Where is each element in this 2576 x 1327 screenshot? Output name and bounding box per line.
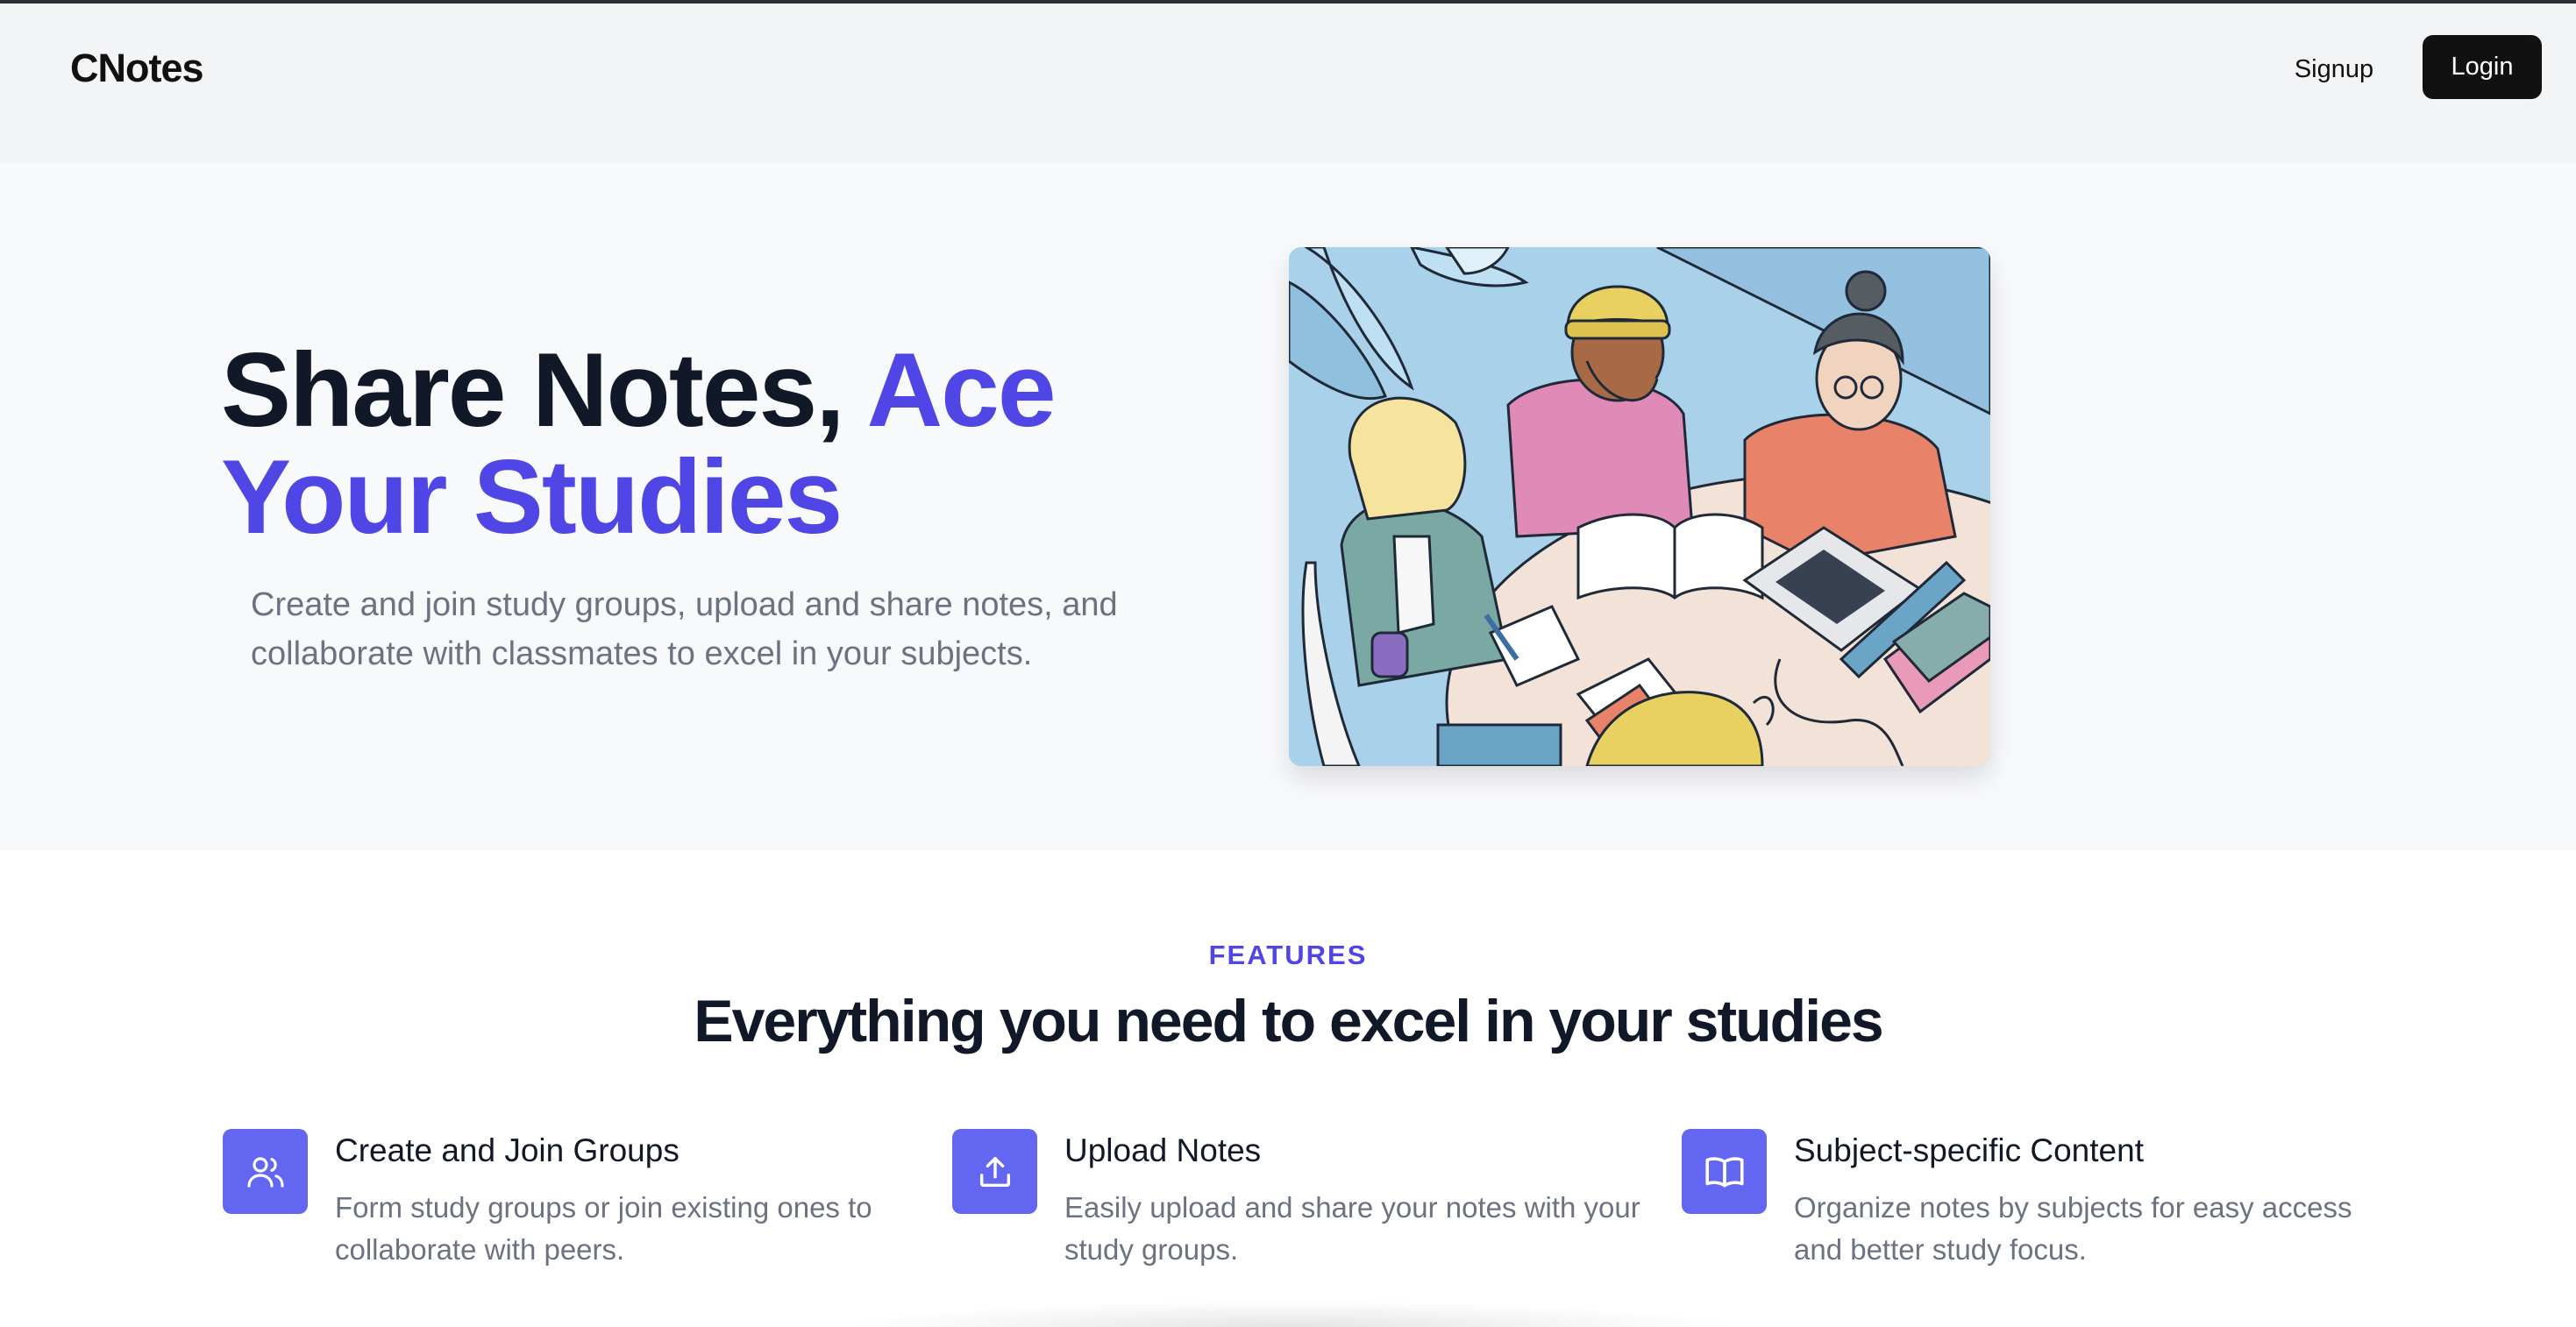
feature-card-groups: Create and Join Groups Form study groups… [223, 1129, 907, 1278]
signup-button[interactable]: Signup [2273, 39, 2395, 100]
hero-description: Create and join study groups, upload and… [251, 586, 1118, 672]
features-eyebrow: FEATURES [1208, 940, 1368, 970]
users-icon [223, 1129, 308, 1214]
feature-card-subjects: Subject-specific Content Organize notes … [1682, 1129, 2366, 1278]
book-icon [1682, 1129, 1767, 1214]
upload-icon [952, 1129, 1037, 1214]
hero-section: Share Notes, Ace Your Studies Create and… [0, 163, 2576, 850]
feature-title: Create and Join Groups [335, 1132, 680, 1168]
brand-logo[interactable]: CNotes [70, 46, 204, 91]
hero-title: Share Notes, Ace Your Studies [221, 337, 1229, 550]
hero-illustration [1289, 247, 1990, 766]
hero-title-main: Share Notes, [221, 331, 867, 449]
bottom-shadow [842, 1301, 1736, 1327]
features-title: Everything you need to excel in your stu… [694, 988, 1883, 1054]
login-button[interactable]: Login [2423, 35, 2542, 99]
feature-description: Organize notes by subjects for easy acce… [1794, 1191, 2352, 1266]
feature-description: Form study groups or join existing ones … [335, 1191, 872, 1266]
feature-card-upload: Upload Notes Easily upload and share you… [952, 1129, 1640, 1278]
feature-title: Subject-specific Content [1794, 1132, 2144, 1168]
feature-description: Easily upload and share your notes with … [1064, 1191, 1640, 1266]
navbar: CNotes Signup Login [0, 4, 2576, 163]
feature-title: Upload Notes [1064, 1132, 1262, 1168]
